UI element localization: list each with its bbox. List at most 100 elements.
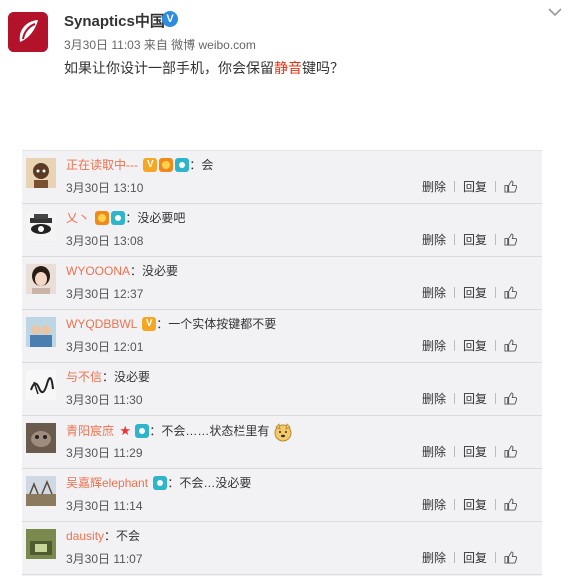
comment-username[interactable]: WYOOONA bbox=[66, 264, 130, 278]
comment-username[interactable]: 青阳宸庶 bbox=[66, 424, 114, 438]
comment-time: 3月30日 13:08 bbox=[66, 234, 144, 248]
thumbs-up-icon[interactable] bbox=[504, 551, 518, 564]
comment-actions: 删除 回复 bbox=[422, 231, 518, 248]
divider bbox=[454, 287, 456, 299]
comment-text: ：没必要吧 bbox=[125, 211, 186, 225]
comment-actions: 删除 回复 bbox=[422, 284, 518, 301]
delete-button[interactable]: 删除 bbox=[422, 232, 446, 248]
comment-text: ：会 bbox=[189, 158, 214, 172]
comment-text: ：没必要 bbox=[130, 264, 179, 278]
divider bbox=[495, 393, 497, 405]
reply-button[interactable]: 回复 bbox=[463, 497, 487, 513]
camera-badge-icon bbox=[111, 210, 126, 225]
reply-button[interactable]: 回复 bbox=[463, 444, 487, 460]
comment-item: WYOOONA：没必要 3月30日 12:37 删除 回复 bbox=[22, 257, 542, 310]
divider bbox=[495, 181, 497, 193]
comment-username[interactable]: 吴嘉辉elephant bbox=[66, 476, 148, 490]
delete-button[interactable]: 删除 bbox=[422, 338, 446, 354]
thumbs-up-icon[interactable] bbox=[504, 392, 518, 405]
comment-avatar[interactable] bbox=[26, 264, 56, 294]
vip-badge-icon bbox=[95, 210, 110, 225]
comment-item: 与不信：没必要 3月30日 11:30 删除 回复 bbox=[22, 363, 542, 416]
comment-item: 青阳宸庶 ★ ：不会……状态栏里有 3月30日 11:29 删除 回复 bbox=[22, 416, 542, 469]
comment-time: 3月30日 12:37 bbox=[66, 287, 144, 301]
divider bbox=[454, 552, 456, 564]
thumbs-up-icon[interactable] bbox=[504, 445, 518, 458]
thumbs-up-icon[interactable] bbox=[504, 180, 518, 193]
divider bbox=[495, 287, 497, 299]
comment-actions: 删除 回复 bbox=[422, 549, 518, 566]
delete-button[interactable]: 删除 bbox=[422, 444, 446, 460]
divider bbox=[454, 181, 456, 193]
author-name[interactable]: Synaptics中国 bbox=[64, 10, 165, 31]
comment-username[interactable]: 正在读取中--- bbox=[66, 158, 138, 172]
comment-actions: 删除 回复 bbox=[422, 496, 518, 513]
divider bbox=[454, 340, 456, 352]
comment-avatar[interactable] bbox=[26, 529, 56, 559]
comment-time: 3月30日 12:01 bbox=[66, 340, 144, 354]
v-badge-icon: V bbox=[142, 316, 157, 331]
comment-item: 乂丶 ：没必要吧 3月30日 13:08 删除 回复 bbox=[22, 204, 542, 257]
verified-icon: V bbox=[162, 11, 178, 27]
reply-button[interactable]: 回复 bbox=[463, 179, 487, 195]
synaptics-logo-icon bbox=[8, 12, 48, 52]
comment-line: WYOOONA：没必要 bbox=[66, 263, 178, 279]
comment-line: 乂丶 ：没必要吧 bbox=[66, 210, 185, 226]
camera-badge-icon bbox=[135, 424, 150, 438]
thumbs-up-icon[interactable] bbox=[504, 286, 518, 299]
reply-button[interactable]: 回复 bbox=[463, 550, 487, 566]
comment-time: 3月30日 11:14 bbox=[66, 499, 143, 513]
delete-button[interactable]: 删除 bbox=[422, 285, 446, 301]
reply-button[interactable]: 回复 bbox=[463, 232, 487, 248]
delete-button[interactable]: 删除 bbox=[422, 550, 446, 566]
comment-line: WYQDBBWL V ：一个实体按键都不要 bbox=[66, 316, 276, 332]
chevron-down-icon[interactable] bbox=[545, 4, 565, 20]
post-text-after: 键吗？ bbox=[302, 60, 344, 76]
v-badge-icon: V bbox=[143, 157, 158, 172]
comment-text: ：不会……状态栏里有 bbox=[149, 424, 270, 439]
author-avatar[interactable] bbox=[8, 12, 48, 52]
comment-time: 3月30日 11:29 bbox=[66, 446, 143, 460]
comment-time: 3月30日 11:07 bbox=[66, 552, 143, 566]
reply-button[interactable]: 回复 bbox=[463, 338, 487, 354]
comment-avatar[interactable] bbox=[26, 211, 56, 241]
reply-button[interactable]: 回复 bbox=[463, 391, 487, 407]
camera-badge-icon bbox=[175, 157, 190, 172]
comment-avatar[interactable] bbox=[26, 370, 56, 400]
divider bbox=[454, 499, 456, 511]
comment-line: 正在读取中--- V ：会 bbox=[66, 157, 213, 173]
comment-avatar[interactable] bbox=[26, 476, 56, 506]
comment-line: dausity：不会 bbox=[66, 528, 140, 544]
comment-username[interactable]: dausity bbox=[66, 529, 104, 543]
delete-button[interactable]: 删除 bbox=[422, 391, 446, 407]
thumbs-up-icon[interactable] bbox=[504, 498, 518, 511]
comment-item: WYQDBBWL V ：一个实体按键都不要 3月30日 12:01 删除 回复 bbox=[22, 310, 542, 363]
thumbs-up-icon[interactable] bbox=[504, 233, 518, 246]
camera-badge-icon bbox=[153, 475, 168, 490]
comment-item: 正在读取中--- V ：会 3月30日 13:10 删除 回复 bbox=[22, 151, 542, 204]
divider bbox=[454, 393, 456, 405]
comment-line: 与不信：没必要 bbox=[66, 369, 150, 385]
comment-text: ：没必要 bbox=[102, 370, 151, 384]
comment-line: 吴嘉辉elephant ：不会…没必要 bbox=[66, 475, 251, 491]
post-text-before: 如果让你设计一部手机，你会保留 bbox=[64, 60, 274, 76]
comment-username[interactable]: 乂丶 bbox=[66, 211, 90, 225]
comment-avatar[interactable] bbox=[26, 317, 56, 347]
comment-username[interactable]: 与不信 bbox=[66, 370, 102, 384]
vip-badge-icon bbox=[159, 157, 174, 172]
delete-button[interactable]: 删除 bbox=[422, 179, 446, 195]
comment-actions: 删除 回复 bbox=[422, 337, 518, 354]
post-meta: 3月30日 11:03 来自 微博 weibo.com bbox=[64, 38, 256, 52]
comment-avatar[interactable] bbox=[26, 423, 56, 453]
reply-button[interactable]: 回复 bbox=[463, 285, 487, 301]
comment-avatar[interactable] bbox=[26, 158, 56, 188]
comment-time: 3月30日 13:10 bbox=[66, 181, 144, 195]
comment-item: 吴嘉辉elephant ：不会…没必要 3月30日 11:14 删除 回复 bbox=[22, 469, 542, 522]
comment-text: ：不会…没必要 bbox=[167, 476, 252, 490]
comment-username[interactable]: WYQDBBWL bbox=[66, 317, 137, 331]
post-header: Synaptics中国 V 3月30日 11:03 来自 微博 weibo.co… bbox=[0, 0, 569, 150]
doge-emoji-icon bbox=[273, 422, 293, 442]
thumbs-up-icon[interactable] bbox=[504, 339, 518, 352]
delete-button[interactable]: 删除 bbox=[422, 497, 446, 513]
divider bbox=[495, 446, 497, 458]
